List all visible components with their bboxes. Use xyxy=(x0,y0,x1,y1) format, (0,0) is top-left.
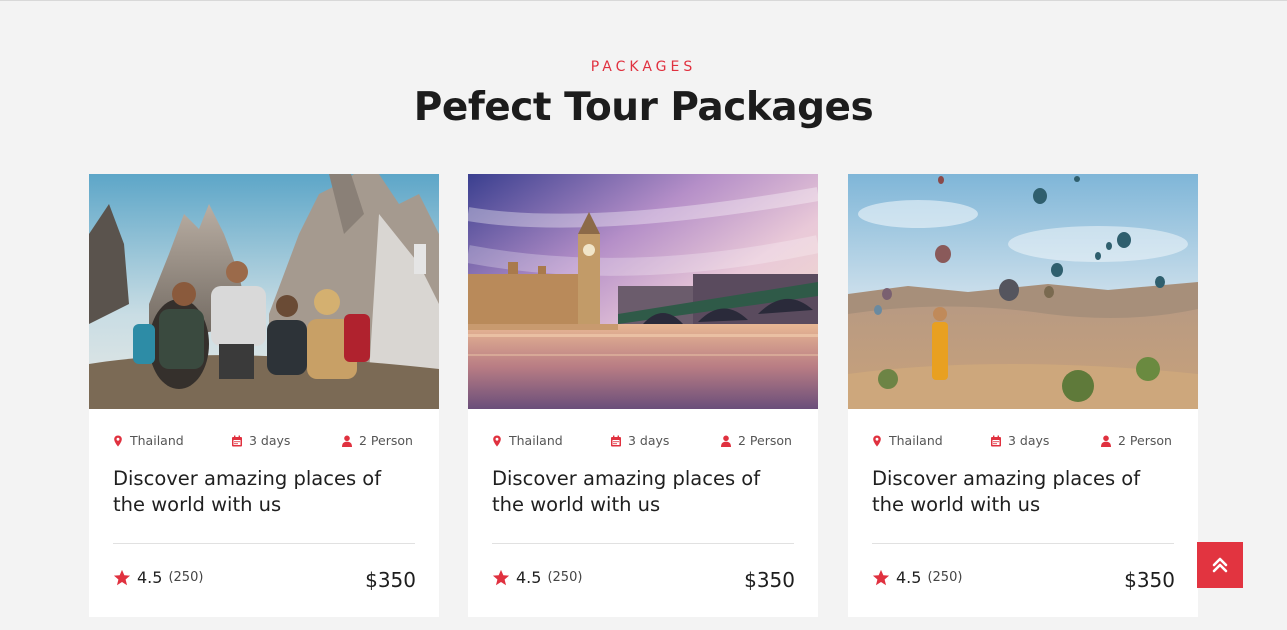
london-big-ben-bridge-photo xyxy=(468,174,818,409)
double-chevron-up-icon xyxy=(1212,557,1228,573)
calendar-icon xyxy=(232,435,242,446)
package-meta: Thailand 3 days 2 Person xyxy=(871,433,1174,451)
package-card[interactable]: Thailand 3 days 2 Person Discover amazin… xyxy=(848,174,1198,617)
rating-value: 4.5 xyxy=(896,568,922,587)
package-title[interactable]: Discover amazing places of the world wit… xyxy=(113,466,413,518)
calendar-icon xyxy=(611,435,621,446)
card-divider xyxy=(492,543,794,544)
package-image-hikers[interactable] xyxy=(89,174,439,409)
package-image-london[interactable] xyxy=(468,174,818,409)
package-title[interactable]: Discover amazing places of the world wit… xyxy=(492,466,792,518)
location-label: Thailand xyxy=(130,433,184,448)
people-label: 2 Person xyxy=(1118,433,1172,448)
package-card[interactable]: Thailand 3 days 2 Person Discover amazin… xyxy=(89,174,439,617)
location-info: Thailand xyxy=(871,433,943,448)
package-cards: Thailand 3 days 2 Person Discover amazin… xyxy=(0,174,1287,630)
hot-air-balloons-valley-photo xyxy=(848,174,1198,409)
package-image-balloons[interactable] xyxy=(848,174,1198,409)
rating-count: (250) xyxy=(547,570,583,585)
duration-info: 3 days xyxy=(231,433,290,448)
calendar-icon xyxy=(991,435,1001,446)
package-meta: Thailand 3 days 2 Person xyxy=(112,433,415,451)
package-price: $350 xyxy=(365,568,416,592)
star-icon xyxy=(113,569,131,585)
user-icon xyxy=(721,435,731,447)
package-rating: 4.5 (250) xyxy=(872,568,962,587)
star-icon xyxy=(872,569,890,585)
package-price: $350 xyxy=(744,568,795,592)
duration-info: 3 days xyxy=(990,433,1049,448)
card-divider xyxy=(872,543,1174,544)
rating-value: 4.5 xyxy=(516,568,542,587)
duration-info: 3 days xyxy=(610,433,669,448)
package-meta: Thailand 3 days 2 Person xyxy=(491,433,794,451)
rating-count: (250) xyxy=(168,570,204,585)
location-info: Thailand xyxy=(112,433,184,448)
duration-label: 3 days xyxy=(249,433,291,448)
rating-value: 4.5 xyxy=(137,568,163,587)
map-pin-icon xyxy=(873,435,881,446)
package-title[interactable]: Discover amazing places of the world wit… xyxy=(872,466,1172,518)
user-icon xyxy=(342,435,352,447)
section-title: Pefect Tour Packages xyxy=(413,85,874,130)
map-pin-icon xyxy=(493,435,501,446)
package-rating: 4.5 (250) xyxy=(113,568,203,587)
duration-label: 3 days xyxy=(1008,433,1050,448)
location-label: Thailand xyxy=(889,433,943,448)
people-info: 2 Person xyxy=(720,433,792,448)
map-pin-icon xyxy=(114,435,122,446)
people-label: 2 Person xyxy=(738,433,792,448)
section-eyebrow: PACKAGES xyxy=(590,59,697,75)
duration-label: 3 days xyxy=(628,433,670,448)
people-label: 2 Person xyxy=(359,433,413,448)
location-label: Thailand xyxy=(509,433,563,448)
scroll-to-top-button[interactable] xyxy=(1197,542,1243,588)
hikers-in-mountains-photo xyxy=(89,174,439,409)
card-divider xyxy=(113,543,415,544)
rating-count: (250) xyxy=(927,570,963,585)
user-icon xyxy=(1101,435,1111,447)
package-rating: 4.5 (250) xyxy=(492,568,582,587)
people-info: 2 Person xyxy=(1100,433,1172,448)
package-price: $350 xyxy=(1124,568,1175,592)
package-card[interactable]: Thailand 3 days 2 Person Discover amazin… xyxy=(468,174,818,617)
people-info: 2 Person xyxy=(341,433,413,448)
star-icon xyxy=(492,569,510,585)
location-info: Thailand xyxy=(491,433,563,448)
